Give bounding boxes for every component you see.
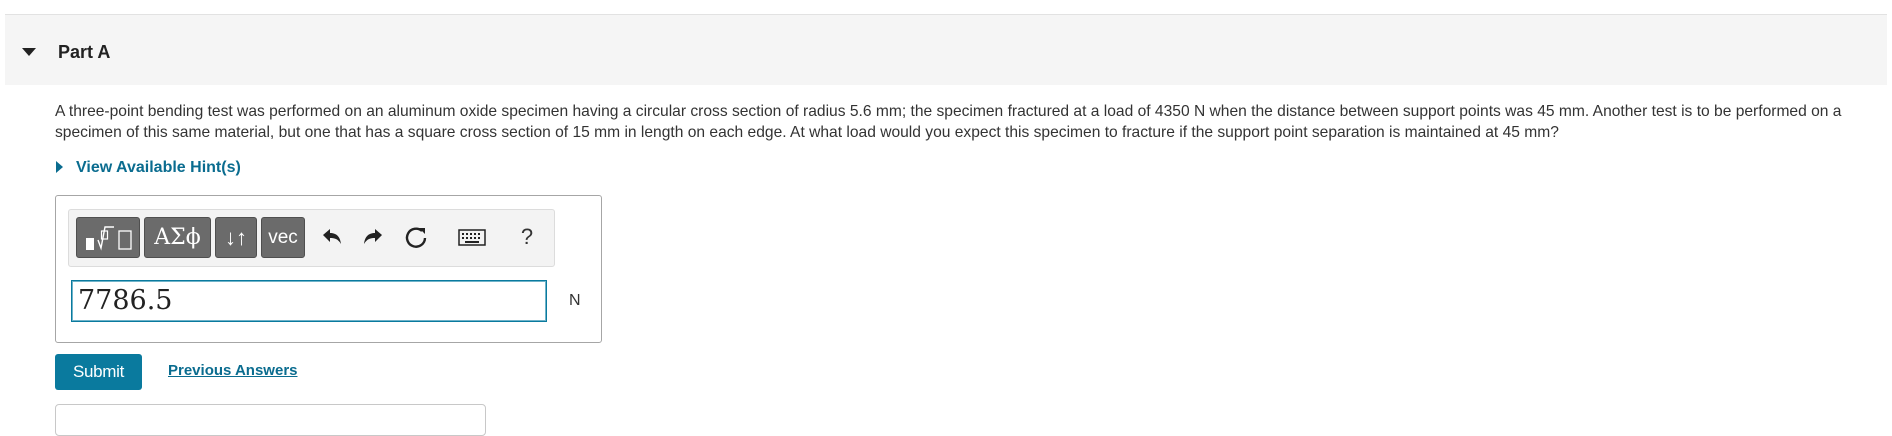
math-toolbar: ΑΣϕ ↓↑ vec ? xyxy=(68,209,555,267)
help-button[interactable]: ? xyxy=(514,220,540,254)
previous-answers-link[interactable]: Previous Answers xyxy=(168,362,298,379)
feedback-box xyxy=(55,404,486,436)
symbols-button[interactable]: ΑΣϕ xyxy=(144,217,211,258)
caret-down-icon[interactable] xyxy=(22,48,36,56)
templates-button[interactable] xyxy=(76,217,140,258)
reset-icon[interactable] xyxy=(399,220,433,254)
undo-icon[interactable] xyxy=(314,220,348,254)
redo-icon[interactable] xyxy=(357,220,391,254)
part-a-header[interactable]: Part A xyxy=(5,15,1887,85)
question-text: A three-point bending test was performed… xyxy=(55,103,1842,141)
subscript-superscript-button[interactable]: ↓↑ xyxy=(215,217,257,258)
templates-icon xyxy=(86,226,132,251)
view-hints-label: View Available Hint(s) xyxy=(76,159,241,176)
part-title: Part A xyxy=(58,42,111,62)
answer-input[interactable]: 7786.5 xyxy=(71,280,547,322)
caret-right-icon xyxy=(56,161,63,173)
submit-button[interactable]: Submit xyxy=(55,354,142,390)
unit-label: N xyxy=(569,292,581,309)
answer-box: ΑΣϕ ↓↑ vec ? 7786.5 N xyxy=(55,195,602,343)
keyboard-icon[interactable] xyxy=(455,220,489,254)
vector-button[interactable]: vec xyxy=(261,217,305,258)
